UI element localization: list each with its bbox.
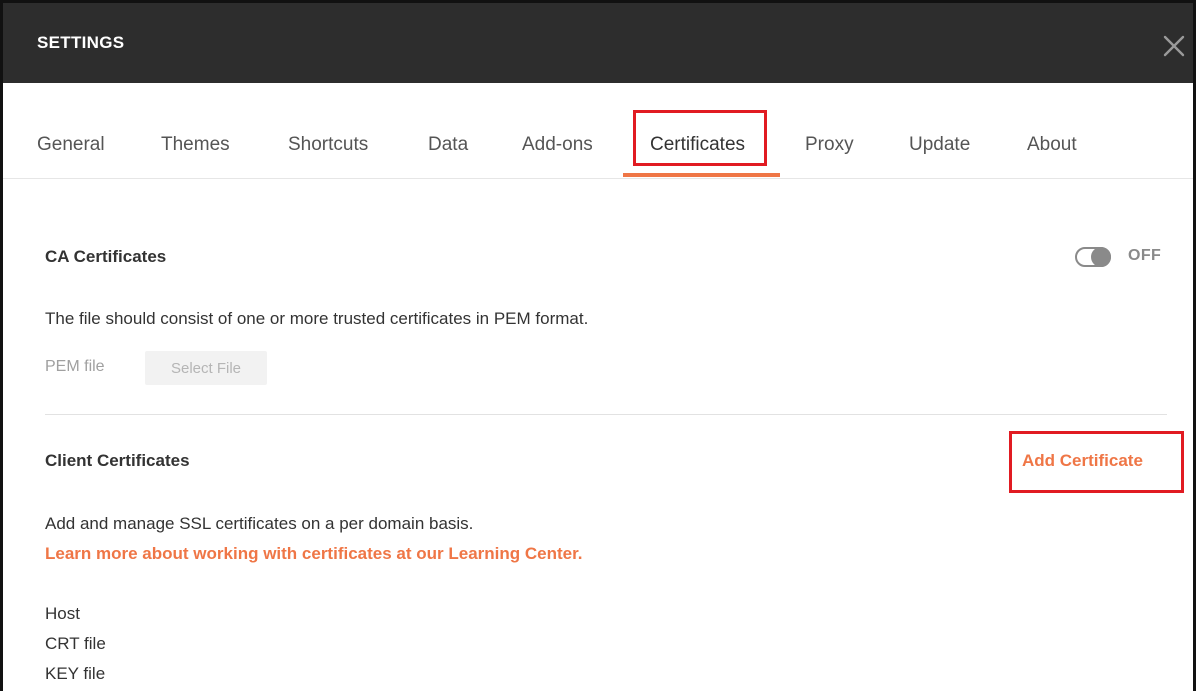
ca-toggle-state: OFF [1128,247,1162,264]
tab-proxy[interactable]: Proxy [805,83,854,178]
ca-certificates-toggle[interactable] [1075,247,1111,267]
add-certificate-button[interactable]: Add Certificate [1022,451,1143,471]
client-description: Add and manage SSL certificates on a per… [45,514,474,533]
tab-themes[interactable]: Themes [161,83,230,178]
tab-general[interactable]: General [37,83,105,178]
host-label: Host [45,604,80,623]
window-title: SETTINGS [37,33,125,52]
ca-certificates-title: CA Certificates [45,247,167,266]
settings-window: SETTINGS General Themes Shortcuts Data A… [0,0,1196,691]
settings-tabs: General Themes Shortcuts Data Add-ons Ce… [3,83,1193,179]
tab-certificates[interactable]: Certificates [650,83,745,178]
pem-file-label: PEM file [45,358,105,375]
close-icon[interactable] [1161,33,1187,59]
toggle-knob [1091,247,1111,267]
section-divider [45,414,1167,415]
tab-add-ons[interactable]: Add-ons [522,83,593,178]
select-file-label: Select File [170,359,242,377]
tab-update[interactable]: Update [909,83,970,178]
tab-shortcuts[interactable]: Shortcuts [288,83,368,178]
select-file-button[interactable]: Select File [145,351,267,385]
active-tab-indicator [623,173,780,177]
titlebar: SETTINGS [3,3,1193,83]
tab-about[interactable]: About [1027,83,1077,178]
client-certificates-title: Client Certificates [45,451,190,470]
ca-description: The file should consist of one or more t… [45,309,589,328]
crt-file-label: CRT file [45,634,106,653]
tab-data[interactable]: Data [428,83,468,178]
key-file-label: KEY file [45,664,106,683]
learning-center-link[interactable]: Learn more about working with certificat… [45,544,583,564]
